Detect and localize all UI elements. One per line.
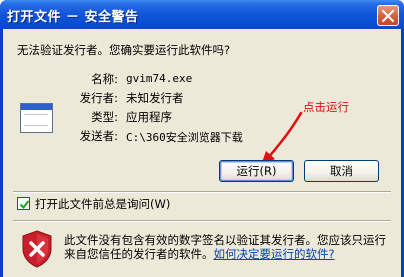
separator — [13, 220, 391, 222]
always-ask-label[interactable]: 打开此文件前总是询问(W) — [35, 196, 170, 212]
checkmark-icon — [19, 200, 30, 210]
warning-message: 此文件没有包含有效的数字签名以验证其发行者。您应该只运行来自您信任的发行者的软件… — [64, 233, 394, 261]
dialog-window: 打开文件 － 安全警告 无法验证发行者。您确实要运行此软件吗? 名称: gvim… — [0, 0, 404, 277]
separator — [13, 191, 391, 193]
window-title: 打开文件 － 安全警告 — [7, 10, 139, 25]
dialog-body: 无法验证发行者。您确实要运行此软件吗? 名称: gvim74.exe 发行者: … — [3, 29, 401, 277]
title-bar[interactable]: 打开文件 － 安全警告 — [0, 0, 404, 29]
name-value: gvim74.exe — [126, 72, 193, 85]
question-text: 无法验证发行者。您确实要运行此软件吗? — [17, 43, 231, 57]
application-icon — [20, 103, 53, 133]
help-link[interactable]: 如何决定要运行的软件? — [214, 247, 335, 261]
publisher-value: 未知发行者 — [126, 91, 184, 105]
type-label: 类型: — [91, 110, 118, 124]
security-shield-icon — [22, 230, 52, 268]
name-label: 名称: — [91, 72, 118, 86]
publisher-label: 发行者: — [79, 91, 118, 105]
type-value: 应用程序 — [126, 110, 172, 124]
from-label: 发送者: — [79, 129, 118, 143]
run-button[interactable]: 运行(R) — [219, 160, 294, 182]
from-value: C:\360安全浏览器下载 — [126, 131, 243, 144]
close-icon — [382, 10, 394, 22]
cancel-button[interactable]: 取消 — [304, 160, 379, 182]
always-ask-checkbox[interactable] — [17, 197, 30, 210]
close-button[interactable] — [377, 5, 399, 26]
